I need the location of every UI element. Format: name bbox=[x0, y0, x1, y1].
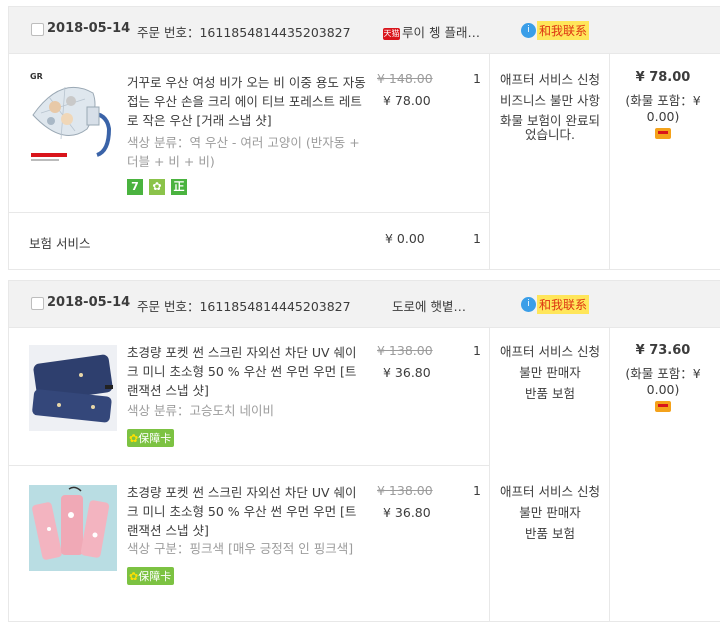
tmall-icon: 天猫 bbox=[383, 27, 400, 40]
product-sku: 색상 구분：핑크색 [매우 긍정적 인 핑크색] bbox=[127, 541, 354, 556]
order-number: 주문 번호：1611854814435203827 bbox=[137, 22, 351, 41]
freight-insurance-status: 화물 보험이 완료되었습니다. bbox=[500, 113, 600, 142]
return-insurance-link[interactable]: 반품 보험 bbox=[495, 523, 605, 544]
original-price: ¥ 138.00 bbox=[377, 343, 433, 358]
product-title-link[interactable]: 초경량 포켓 썬 스크린 자외선 차단 UV 쉐이크 미니 초소형 50 % 우… bbox=[127, 343, 367, 400]
order-number-label: 주문 번호： bbox=[137, 299, 200, 314]
quantity: 1 bbox=[473, 71, 481, 86]
product-title-link[interactable]: 거꾸로 우산 여성 비가 오는 비 이중 용도 자동 접는 우산 손을 크리 에… bbox=[127, 73, 367, 130]
chat-bubble-icon: i bbox=[521, 297, 536, 312]
order-total: ¥ 73.60 bbox=[635, 343, 691, 358]
guarantee-badge[interactable]: ✿保障卡 bbox=[127, 427, 175, 447]
service-links: 애프터 서비스 신청 불만 판매자 반품 보험 bbox=[495, 341, 605, 404]
pink-umbrella-image bbox=[29, 485, 117, 571]
genuine-guarantee-icon[interactable]: 正 bbox=[171, 179, 187, 195]
paid-price: ¥ 36.80 bbox=[383, 365, 431, 380]
flower-service-icon[interactable]: ✿ bbox=[149, 179, 165, 195]
contact-seller-label: 和我联系 bbox=[537, 21, 590, 40]
order-card: 2018-05-14 주문 번호：1611854814445203827 도로에… bbox=[8, 280, 720, 622]
payment-card-icon[interactable] bbox=[655, 401, 671, 412]
product-thumbnail[interactable] bbox=[29, 345, 117, 431]
quantity: 1 bbox=[473, 343, 481, 358]
row-divider bbox=[9, 465, 489, 466]
paid-price: ¥ 78.00 bbox=[383, 93, 431, 108]
order-select-checkbox[interactable] bbox=[31, 297, 44, 310]
product-thumbnail[interactable]: GR bbox=[27, 69, 121, 167]
insurance-quantity: 1 bbox=[473, 231, 481, 246]
guarantee-badge[interactable]: ✿保障卡 bbox=[127, 565, 175, 585]
column-divider bbox=[489, 53, 490, 269]
complaint-link[interactable]: 비즈니스 불만 사항 bbox=[495, 90, 605, 111]
service-links: 애프터 서비스 신청 불만 판매자 반품 보험 bbox=[495, 481, 605, 544]
guarantee-label: 保障卡 bbox=[138, 432, 172, 445]
column-divider bbox=[489, 327, 490, 621]
shop-name: 도로에 햇볕… bbox=[392, 299, 466, 314]
shipping-note: (화물 포함：¥ 0.00) bbox=[625, 93, 701, 124]
product-title-link[interactable]: 초경량 포켓 썬 스크린 자외선 차단 UV 쉐이크 미니 초소형 50 % 우… bbox=[127, 483, 367, 540]
service-links: 애프터 서비스 신청 비즈니스 불만 사항 화물 보험이 완료되었습니다. bbox=[495, 69, 605, 142]
shop-link[interactable]: 도로에 햇볕… bbox=[392, 296, 466, 315]
contact-seller-label: 和我联系 bbox=[537, 295, 590, 314]
original-price: ¥ 148.00 bbox=[377, 71, 433, 86]
order-header: 2018-05-14 주문 번호：1611854814445203827 도로에… bbox=[9, 281, 720, 328]
after-sales-link[interactable]: 애프터 서비스 신청 bbox=[495, 341, 605, 362]
after-sales-link[interactable]: 애프터 서비스 신청 bbox=[495, 69, 605, 90]
order-number-value: 1611854814445203827 bbox=[199, 299, 351, 314]
order-date: 2018-05-14 bbox=[47, 295, 131, 310]
quantity: 1 bbox=[473, 483, 481, 498]
order-select-checkbox[interactable] bbox=[31, 23, 44, 36]
shop-name: 루이 쳉 플래… bbox=[402, 25, 480, 40]
guarantee-label: 保障卡 bbox=[138, 570, 172, 583]
order-number: 주문 번호：1611854814445203827 bbox=[137, 296, 351, 315]
order-card: 2018-05-14 주문 번호：1611854814435203827 天猫 루… bbox=[8, 6, 720, 270]
seven-day-return-icon[interactable]: 7 bbox=[127, 179, 143, 195]
flower-icon: ✿ bbox=[129, 432, 139, 445]
paid-price: ¥ 36.80 bbox=[383, 505, 431, 520]
original-price: ¥ 138.00 bbox=[377, 483, 433, 498]
order-total: ¥ 78.00 bbox=[635, 70, 691, 85]
complaint-link[interactable]: 불만 판매자 bbox=[495, 502, 605, 523]
order-number-value: 1611854814435203827 bbox=[199, 25, 351, 40]
umbrella-cats-image: GR bbox=[27, 69, 121, 167]
contact-seller-button[interactable]: i 和我联系 bbox=[521, 21, 590, 40]
row-divider bbox=[9, 212, 489, 213]
after-sales-link[interactable]: 애프터 서비스 신청 bbox=[495, 481, 605, 502]
svg-text:GR: GR bbox=[30, 72, 43, 81]
order-header: 2018-05-14 주문 번호：1611854814435203827 天猫 루… bbox=[9, 7, 720, 54]
insurance-price: ¥ 0.00 bbox=[385, 231, 425, 246]
chat-bubble-icon: i bbox=[521, 23, 536, 38]
complaint-link[interactable]: 불만 판매자 bbox=[495, 362, 605, 383]
return-insurance-link[interactable]: 반품 보험 bbox=[495, 383, 605, 404]
shop-link[interactable]: 天猫 루이 쳉 플래… bbox=[383, 22, 480, 41]
navy-umbrella-image bbox=[29, 345, 117, 431]
column-divider bbox=[609, 53, 610, 269]
contact-seller-button[interactable]: i 和我联系 bbox=[521, 295, 590, 314]
payment-card-icon[interactable] bbox=[655, 128, 671, 139]
product-sku: 색상 분류：역 우산 - 여러 고양이 (반자동 + 더블 + 비 + 비) bbox=[127, 135, 360, 169]
insurance-label: 보험 서비스 bbox=[29, 236, 91, 251]
order-date: 2018-05-14 bbox=[47, 21, 131, 36]
shipping-note: (화물 포함：¥ 0.00) bbox=[625, 366, 701, 397]
product-sku: 색상 분류：고승도치 네이비 bbox=[127, 403, 274, 418]
order-number-label: 주문 번호： bbox=[137, 25, 200, 40]
product-thumbnail[interactable] bbox=[29, 485, 117, 571]
flower-icon: ✿ bbox=[129, 570, 139, 583]
product-badges: 7 ✿ 正 bbox=[127, 175, 193, 195]
